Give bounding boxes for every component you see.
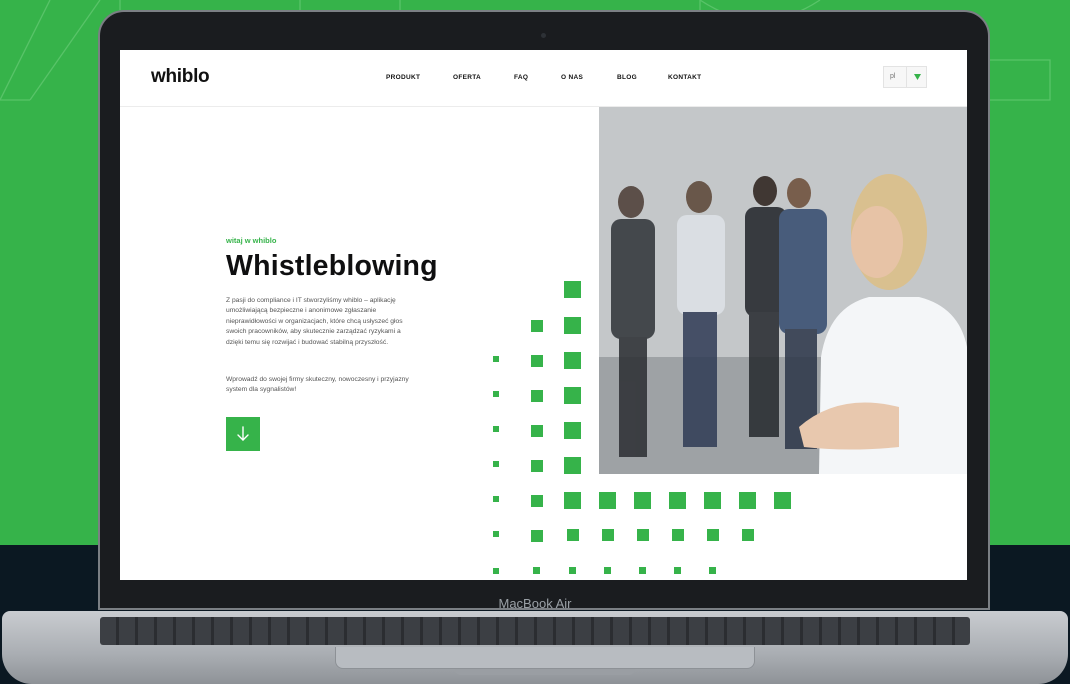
camera-icon — [541, 33, 546, 38]
nav-item-faq[interactable]: FAQ — [514, 74, 528, 81]
hero-paragraph-1: Z pasji do compliance i IT stworzyliśmy … — [226, 297, 403, 346]
device-label: MacBook Air — [498, 596, 572, 611]
laptop-notch — [455, 669, 635, 675]
nav-item-o-nas[interactable]: O NAS — [561, 74, 583, 81]
laptop-trackpad — [335, 647, 755, 669]
site-logo[interactable]: whiblo — [151, 66, 210, 88]
laptop-keyboard — [100, 617, 970, 645]
site-header: whiblo PRODUKT OFERTA FAQ O NAS BLOG KON… — [120, 50, 967, 107]
scroll-down-button[interactable] — [226, 417, 260, 451]
hero-title: Whistleblowing — [226, 250, 438, 282]
arrow-down-icon — [237, 426, 249, 441]
hero-photo — [599, 107, 967, 474]
language-code: pl — [890, 73, 896, 80]
hero-eyebrow: witaj w whiblo — [226, 236, 277, 245]
chevron-down-icon[interactable] — [906, 67, 927, 87]
hero-paragraph-2: Wprowadź do swojej firmy skuteczny, nowo… — [226, 376, 409, 394]
nav-item-oferta[interactable]: OFERTA — [453, 74, 481, 81]
nav-item-kontakt[interactable]: KONTAKT — [668, 74, 701, 81]
website-screen: whiblo PRODUKT OFERTA FAQ O NAS BLOG KON… — [120, 50, 967, 580]
nav-item-produkt[interactable]: PRODUKT — [386, 74, 420, 81]
language-selector[interactable]: pl — [883, 66, 927, 88]
nav-item-blog[interactable]: BLOG — [617, 74, 637, 81]
team-photo-illustration — [599, 107, 967, 474]
